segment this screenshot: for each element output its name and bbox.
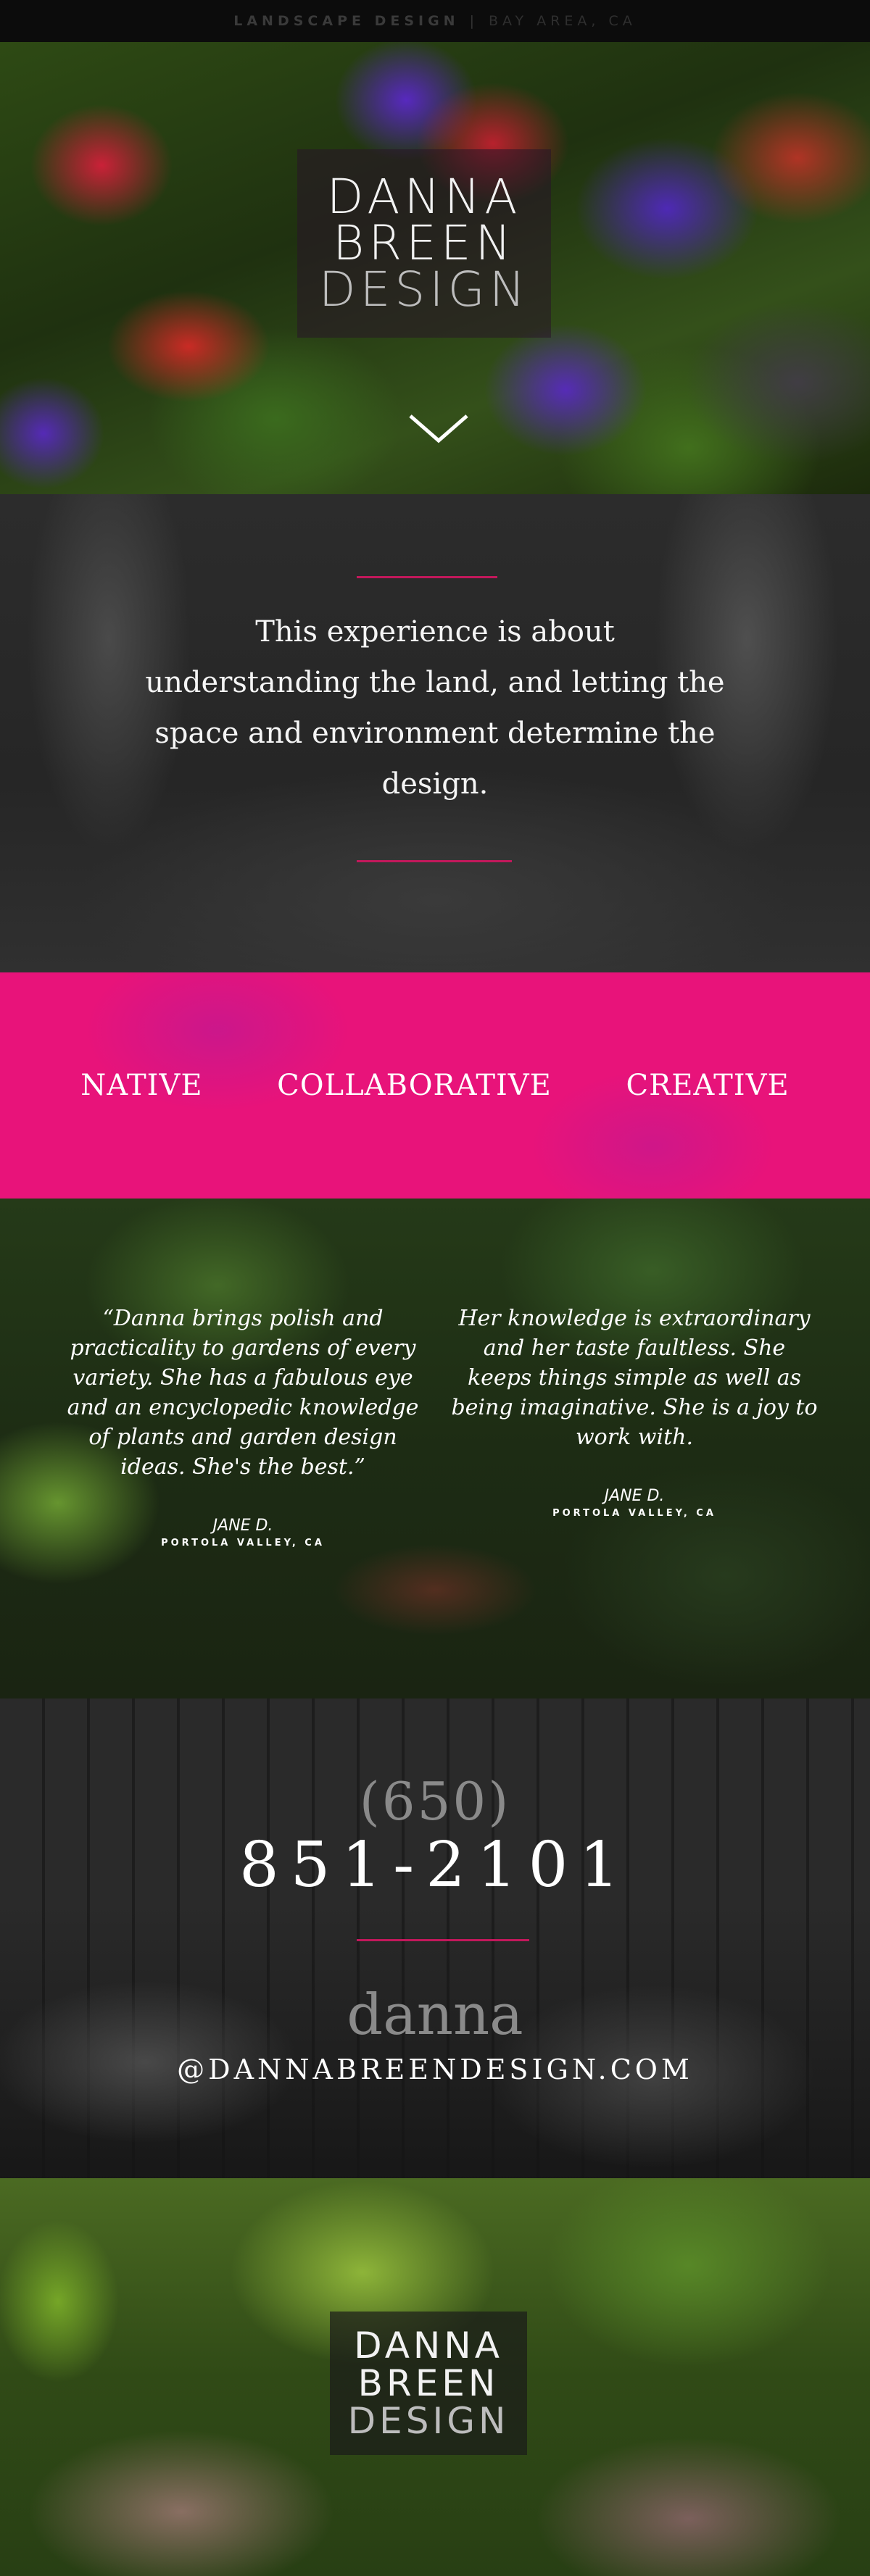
testimonial-location: PORTOLA VALLEY, CA: [161, 1538, 325, 1548]
contact-divider: [357, 1939, 529, 1941]
testimonial-author: JANE D.: [212, 1517, 273, 1535]
value-native: NATIVE: [80, 1069, 203, 1102]
testimonial-card: “Danna brings polish and practicality to…: [58, 1304, 428, 1548]
contact-section: (650) 851-2101 danna @DANNABREENDESIGN.C…: [0, 1698, 870, 2178]
logo-line-danna: DANNA: [326, 169, 522, 225]
email-domain[interactable]: @DANNABREENDESIGN.COM: [0, 2054, 870, 2085]
logo-line-breen: BREEN: [333, 215, 515, 271]
logo-line-danna: DANNA: [354, 2325, 503, 2367]
email-user[interactable]: danna: [0, 1983, 870, 2048]
testimonial-quote: Her knowledge is extraordinary and her t…: [451, 1306, 818, 1450]
footer-section: DANNA BREEN DESIGN: [0, 2178, 870, 2576]
logo-line-design: DESIGN: [318, 262, 530, 317]
location-label: BAY AREA, CA: [489, 13, 637, 29]
footer-logo[interactable]: DANNA BREEN DESIGN: [330, 2312, 527, 2455]
statement-text: This experience is about understanding t…: [145, 615, 725, 801]
top-bar: LANDSCAPE DESIGN | BAY AREA, CA: [0, 0, 870, 42]
phone-number[interactable]: 851-2101: [0, 1829, 870, 1901]
testimonial-author: JANE D.: [604, 1487, 665, 1505]
value-creative: CREATIVE: [626, 1069, 790, 1102]
bottom-divider: [357, 860, 512, 862]
logo-line-design: DESIGN: [347, 2400, 510, 2442]
testimonial-card: Her knowledge is extraordinary and her t…: [450, 1304, 819, 1519]
hero-logo[interactable]: DANNA BREEN DESIGN: [297, 149, 551, 338]
tagline: LANDSCAPE DESIGN: [233, 13, 460, 29]
logo-line-breen: BREEN: [357, 2362, 500, 2404]
chevron-down-icon[interactable]: [406, 410, 471, 446]
phone-area-code[interactable]: (650): [0, 1771, 870, 1832]
values-section: NATIVE COLLABORATIVE CREATIVE: [0, 972, 870, 1199]
top-divider: [357, 576, 497, 578]
statement-section: This experience is about understanding t…: [0, 494, 870, 972]
hero-section: DANNA BREEN DESIGN: [0, 42, 870, 494]
testimonial-quote: “Danna brings polish and practicality to…: [67, 1306, 419, 1480]
testimonials-section: “Danna brings polish and practicality to…: [0, 1199, 870, 1698]
testimonial-location: PORTOLA VALLEY, CA: [552, 1508, 716, 1519]
tagline-separator: |: [469, 13, 478, 29]
value-collaborative: COLLABORATIVE: [277, 1069, 552, 1102]
